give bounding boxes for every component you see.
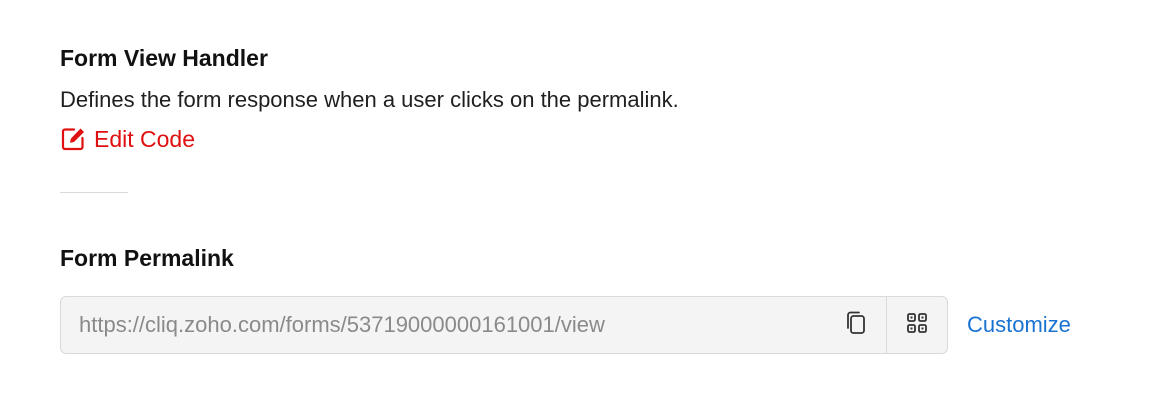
customize-link[interactable]: Customize — [967, 312, 1071, 338]
form-view-handler-title: Form View Handler — [60, 45, 268, 71]
qr-code-button[interactable] — [886, 297, 947, 353]
copy-icon — [844, 310, 868, 341]
edit-code-button[interactable]: Edit Code — [60, 120, 195, 158]
qr-code-icon — [905, 311, 929, 340]
permalink-field: https://cliq.zoho.com/forms/537190000001… — [60, 296, 948, 354]
edit-icon — [60, 126, 86, 152]
permalink-url[interactable]: https://cliq.zoho.com/forms/537190000001… — [61, 312, 826, 338]
form-view-handler-description: Defines the form response when a user cl… — [60, 87, 679, 112]
section-divider — [60, 192, 128, 193]
permalink-row: https://cliq.zoho.com/forms/537190000001… — [60, 296, 1140, 354]
copy-button[interactable] — [826, 297, 886, 353]
form-permalink-section: Form Permalink https://cliq.zoho.com/for… — [60, 240, 1140, 354]
edit-code-label: Edit Code — [94, 126, 196, 152]
form-permalink-title: Form Permalink — [60, 245, 234, 271]
form-view-handler-section: Form View Handler Defines the form respo… — [60, 40, 1060, 158]
